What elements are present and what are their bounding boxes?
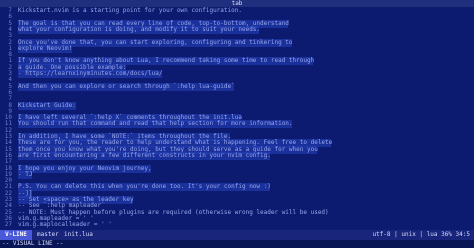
window-title: tab bbox=[0, 0, 474, 7]
statusline: V-LINE master init.lua utf-8 | unix | lu… bbox=[0, 230, 474, 240]
command-line[interactable]: -- VISUAL LINE -- bbox=[0, 240, 474, 248]
line-text: vim.g.maplocalleader = ' ' bbox=[18, 221, 112, 229]
editor-line[interactable]: 27 vim.g.maplocalleader = ' ' bbox=[0, 221, 474, 229]
mode-message: -- VISUAL LINE -- bbox=[2, 240, 64, 247]
line-number: 27 bbox=[4, 221, 12, 229]
editor-pane[interactable]: 7 Kickstart.nvim is a starting point for … bbox=[0, 7, 474, 230]
file-name: init.lua bbox=[64, 231, 93, 238]
mode-indicator: V-LINE bbox=[0, 230, 32, 240]
git-branch: master bbox=[37, 231, 59, 238]
file-info: utf-8 | unix | lua 36% 34:5 bbox=[372, 231, 470, 238]
